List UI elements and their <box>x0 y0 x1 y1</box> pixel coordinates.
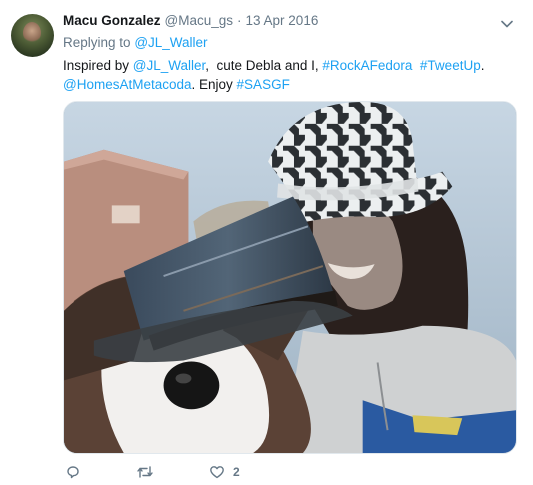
reply-icon <box>67 466 79 479</box>
retweet-icon <box>137 466 153 478</box>
tweet-date[interactable]: 13 Apr 2016 <box>246 13 319 28</box>
author-handle[interactable]: @Macu_gs <box>165 13 233 28</box>
hashtag-link[interactable]: #TweetUp <box>420 58 481 73</box>
tweet-header: Macu Gonzalez @Macu_gs · 13 Apr 2016 <box>63 13 318 31</box>
separator-dot: · <box>237 13 242 28</box>
retweet-button[interactable] <box>136 462 154 482</box>
photo-image <box>64 102 516 453</box>
replying-to: Replying to @JL_Waller <box>63 35 208 50</box>
tweet-actions: 2 <box>63 462 283 482</box>
chevron-down-icon[interactable] <box>498 15 516 33</box>
text-part <box>412 58 420 73</box>
replying-prefix: Replying to <box>63 35 131 50</box>
tweet[interactable]: Macu Gonzalez @Macu_gs · 13 Apr 2016 Rep… <box>0 0 533 485</box>
text-part: Inspired by <box>63 58 133 73</box>
like-button[interactable]: 2 <box>209 462 240 482</box>
like-count: 2 <box>233 465 240 479</box>
tweet-photo[interactable] <box>63 101 517 454</box>
hashtag-link[interactable]: #RockAFedora <box>322 58 412 73</box>
tweet-text: Inspired by @JL_Waller, cute Debla and I… <box>63 56 518 94</box>
hashtag-link[interactable]: #SASGF <box>237 77 290 92</box>
text-part: . <box>480 58 485 73</box>
heart-icon <box>210 466 224 479</box>
reply-button[interactable] <box>65 462 81 482</box>
mention-link[interactable]: @HomesAtMetacoda <box>63 77 192 92</box>
mention-link[interactable]: @JL_Waller <box>133 58 205 73</box>
text-part: . Enjoy <box>191 77 237 92</box>
text-part: , cute Debla and I, <box>205 58 323 73</box>
author-name[interactable]: Macu Gonzalez <box>63 13 161 28</box>
replying-to-mention[interactable]: @JL_Waller <box>134 35 207 50</box>
avatar[interactable] <box>11 14 54 57</box>
